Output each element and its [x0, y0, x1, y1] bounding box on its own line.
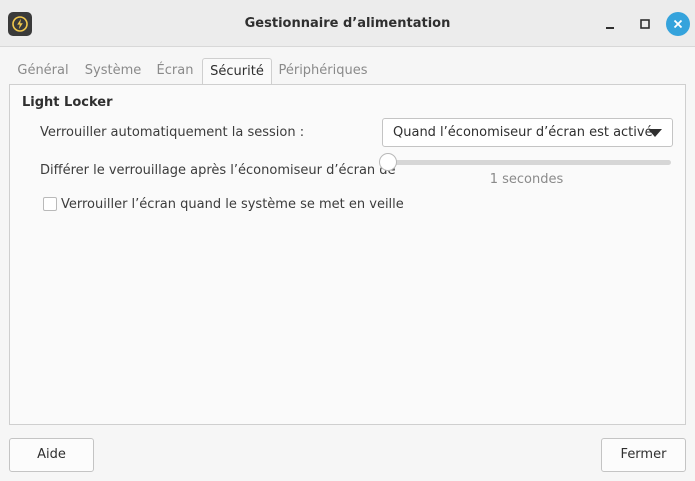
- tab-general[interactable]: Général: [9, 58, 77, 84]
- tab-system[interactable]: Système: [81, 58, 145, 84]
- tab-devices[interactable]: Périphériques: [275, 58, 371, 84]
- minimize-button[interactable]: [598, 12, 622, 36]
- security-panel: Light Locker Verrouiller automatiquement…: [9, 84, 686, 425]
- help-button[interactable]: Aide: [9, 438, 94, 472]
- lock-delay-slider-handle[interactable]: [379, 153, 397, 171]
- close-window-button[interactable]: [666, 12, 690, 36]
- close-button[interactable]: Fermer: [601, 438, 686, 472]
- window-title: Gestionnaire d’alimentation: [244, 16, 451, 31]
- lock-delay-label: Différer le verrouillage après l’économi…: [40, 163, 396, 178]
- title-bar: Gestionnaire d’alimentation: [0, 0, 695, 47]
- maximize-button[interactable]: [633, 12, 657, 36]
- tab-screen[interactable]: Écran: [149, 58, 201, 84]
- lock-on-sleep-checkbox[interactable]: [43, 197, 57, 211]
- close-icon: [673, 19, 683, 29]
- auto-lock-dropdown[interactable]: Quand l’économiseur d’écran est activé: [382, 118, 673, 147]
- light-locker-heading: Light Locker: [22, 95, 113, 110]
- auto-lock-label: Verrouiller automatiquement la session :: [40, 125, 305, 140]
- lock-on-sleep-label[interactable]: Verrouiller l’écran quand le système se …: [61, 197, 404, 212]
- tab-security[interactable]: Sécurité: [202, 58, 272, 85]
- lock-delay-slider-track[interactable]: [382, 160, 671, 165]
- lock-delay-value: 1 secondes: [489, 172, 564, 187]
- dropdown-arrow-icon: [648, 129, 662, 137]
- auto-lock-selected-value: Quand l’économiseur d’écran est activé: [393, 125, 653, 140]
